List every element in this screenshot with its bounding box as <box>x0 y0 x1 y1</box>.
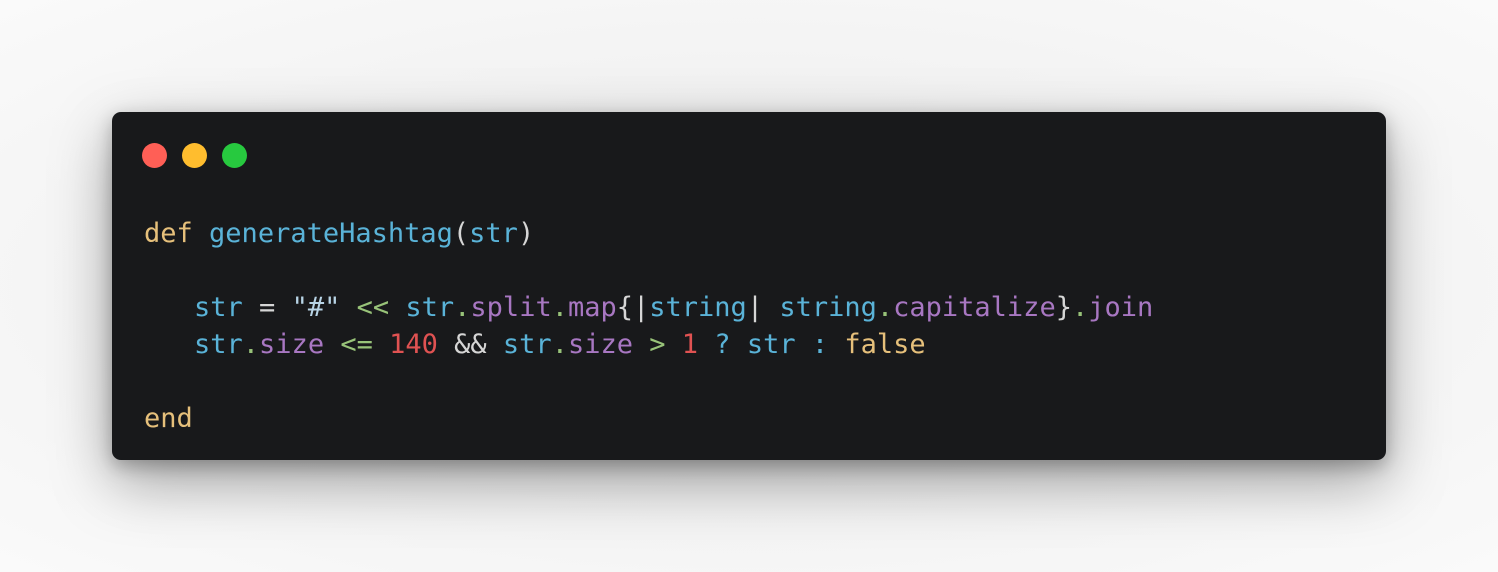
maximize-button[interactable] <box>222 143 247 168</box>
op-assign: = <box>242 292 292 323</box>
code-block: def generateHashtag(str) str = "#" << str… <box>144 215 1153 437</box>
paren-open: ( <box>452 218 470 249</box>
op-shovel: << <box>340 292 406 323</box>
close-button[interactable] <box>142 143 167 168</box>
method-map: map <box>567 292 617 323</box>
keyword-def: def <box>144 218 193 249</box>
dot: . <box>454 292 471 323</box>
recv-str: str <box>405 292 455 323</box>
dot: . <box>242 329 260 360</box>
paren-close: ) <box>517 218 535 249</box>
recv-string: string <box>779 292 877 323</box>
recv-str: str <box>502 329 552 360</box>
code-line-return: str.size <= 140 && str.size > 1 ? str : … <box>144 326 1153 363</box>
number-1: 1 <box>681 329 699 360</box>
dot: . <box>876 292 894 323</box>
method-size: size <box>567 329 633 360</box>
code-line-end: end <box>144 400 1153 437</box>
keyword-end: end <box>144 403 193 434</box>
background: def generateHashtag(str) str = "#" << str… <box>0 0 1498 572</box>
window-controls <box>142 143 247 168</box>
var-str: str <box>194 292 243 323</box>
op-gt: > <box>633 329 682 360</box>
var-str: str <box>746 329 796 360</box>
op-lte: <= <box>324 329 390 360</box>
dot: . <box>551 329 568 360</box>
dot: . <box>551 292 568 323</box>
code-window: def generateHashtag(str) str = "#" << str… <box>112 112 1386 460</box>
method-split: split <box>470 292 552 323</box>
block-close: } <box>1055 292 1072 323</box>
recv-str: str <box>194 329 243 360</box>
method-capitalize: capitalize <box>893 292 1056 323</box>
method-join: join <box>1088 292 1154 323</box>
op-ternary-colon: : <box>795 329 845 360</box>
minimize-button[interactable] <box>182 143 207 168</box>
block-pipe: | <box>746 292 780 323</box>
param-str: str <box>469 218 518 249</box>
code-line-assign: str = "#" << str.split.map{|string| stri… <box>144 289 1153 326</box>
code-line-blank-2 <box>144 363 1153 400</box>
block-open: {| <box>616 292 650 323</box>
number-140: 140 <box>389 329 438 360</box>
string-hash: "#" <box>291 292 341 323</box>
function-name: generateHashtag <box>209 218 453 249</box>
op-ternary-q: ? <box>698 329 747 360</box>
code-line-def: def generateHashtag(str) <box>144 215 1153 252</box>
op-and: && <box>437 329 503 360</box>
code-line-blank-1 <box>144 252 1153 289</box>
method-size: size <box>259 329 325 360</box>
literal-false: false <box>844 329 926 360</box>
dot: . <box>1071 292 1089 323</box>
block-var-string: string <box>649 292 747 323</box>
